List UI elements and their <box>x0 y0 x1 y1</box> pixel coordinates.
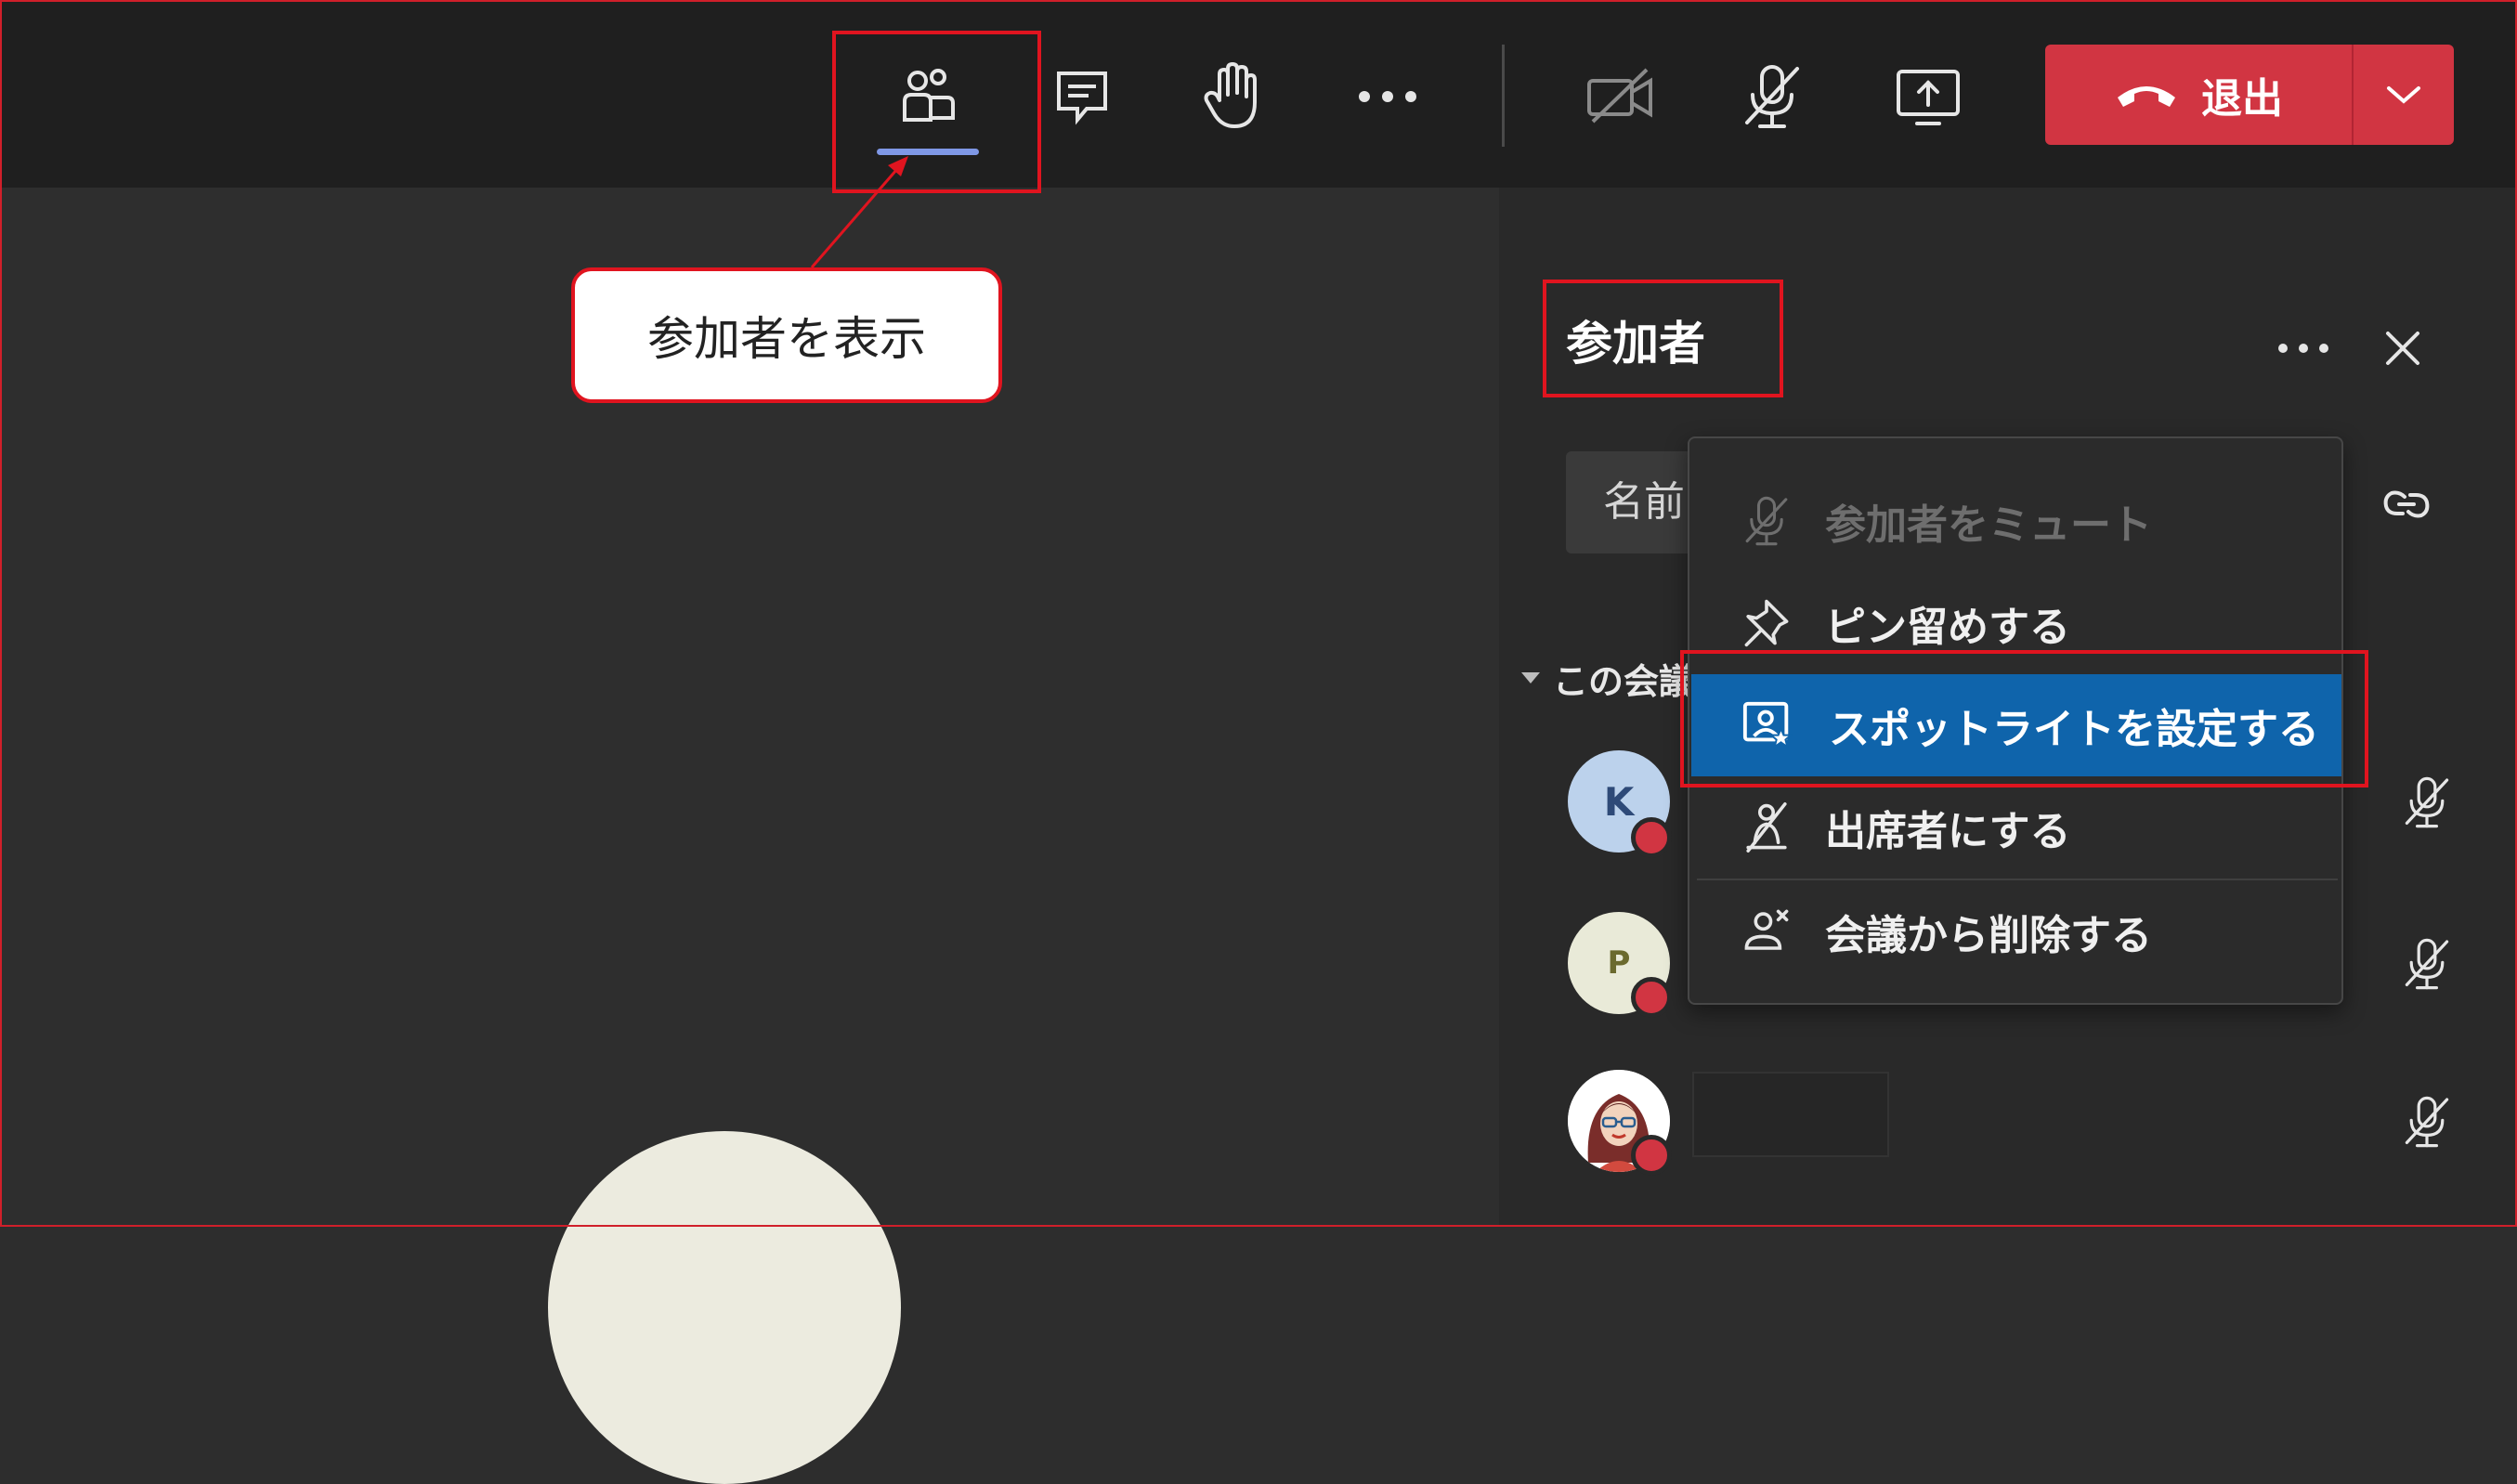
toolbar-divider <box>1502 45 1505 147</box>
remove-person-icon <box>1744 909 1789 950</box>
leave-button[interactable]: 退出 <box>2045 45 2352 145</box>
stage-avatar <box>548 1131 901 1484</box>
panel-more-button[interactable] <box>2266 316 2341 381</box>
more-icon <box>1359 91 1416 102</box>
phone-hangup-icon <box>2118 86 2175 107</box>
panel-close-button[interactable] <box>2370 311 2435 385</box>
menu-item-make-attendee[interactable]: 出席者にする <box>1691 776 2341 879</box>
menu-item-mute-participant[interactable]: 参加者をミュート <box>1691 470 2341 572</box>
raise-hand-icon <box>1204 61 1257 129</box>
collapse-caret-icon <box>1521 672 1540 683</box>
leave-label: 退出 <box>2201 75 2283 123</box>
pin-icon <box>1744 599 1789 647</box>
participant-mic-button[interactable] <box>2394 1085 2459 1159</box>
camera-off-icon <box>1587 68 1652 124</box>
link-icon <box>2383 490 2430 518</box>
participant-mic-button[interactable] <box>2394 927 2459 1001</box>
participants-button[interactable] <box>872 41 984 152</box>
participant-context-menu: 参加者をミュート ピン留めする スポットライトを設定する 出席者にする 会議から… <box>1688 436 2343 1005</box>
mic-off-icon <box>2405 1096 2449 1148</box>
menu-item-spotlight[interactable]: スポットライトを設定する <box>1691 674 2341 776</box>
menu-item-label: スポットライトを設定する <box>1829 706 2319 753</box>
callout-text: 参加者を表示 <box>647 312 926 366</box>
chat-icon <box>1057 72 1107 125</box>
mic-off-icon <box>1745 65 1799 128</box>
presence-busy-badge <box>1631 1135 1672 1176</box>
menu-item-label: 会議から削除する <box>1825 912 2152 959</box>
people-icon <box>903 69 955 122</box>
chat-button[interactable] <box>1026 41 1138 152</box>
chevron-down-icon <box>2387 86 2420 104</box>
section-label: この会議 <box>1553 660 1695 702</box>
presence-busy-badge <box>1631 977 1672 1018</box>
close-icon <box>2386 332 2419 365</box>
presence-busy-badge <box>1631 817 1672 858</box>
mic-off-icon <box>1745 496 1788 546</box>
leave-options-button[interactable] <box>2354 45 2454 145</box>
panel-title: 参加者 <box>1566 317 1705 371</box>
annotation-callout: 参加者を表示 <box>571 267 1002 403</box>
raise-hand-button[interactable] <box>1176 41 1287 152</box>
menu-item-pin[interactable]: ピン留めする <box>1691 572 2341 674</box>
active-tab-indicator <box>877 149 979 155</box>
mic-off-icon <box>2405 776 2449 828</box>
mic-off-icon <box>2405 938 2449 990</box>
spotlight-icon <box>1742 701 1793 749</box>
avatar-initial: K <box>1603 778 1635 825</box>
participant-mic-button[interactable] <box>2394 765 2459 840</box>
more-actions-button[interactable] <box>1332 41 1443 152</box>
share-screen-button[interactable] <box>1872 41 1984 152</box>
share-screen-icon <box>1897 70 1960 125</box>
more-icon <box>2278 344 2328 353</box>
leave-button-group: 退出 <box>2045 45 2454 145</box>
attendee-icon <box>1746 802 1787 853</box>
menu-item-remove-from-meeting[interactable]: 会議から削除する <box>1691 880 2341 983</box>
share-invite-button[interactable] <box>2374 472 2439 537</box>
menu-item-label: 参加者をミュート <box>1825 501 2152 549</box>
camera-toggle-button[interactable] <box>1565 41 1676 152</box>
menu-item-label: 出席者にする <box>1825 808 2071 855</box>
section-header-in-meeting[interactable]: この会議 <box>1521 650 1707 706</box>
avatar-initial: P <box>1607 944 1631 982</box>
meeting-toolbar: 退出 <box>2 2 2515 188</box>
menu-item-label: ピン留めする <box>1825 604 2070 651</box>
participant-name-redacted <box>1692 1072 1889 1157</box>
mic-toggle-button[interactable] <box>1716 41 1828 152</box>
